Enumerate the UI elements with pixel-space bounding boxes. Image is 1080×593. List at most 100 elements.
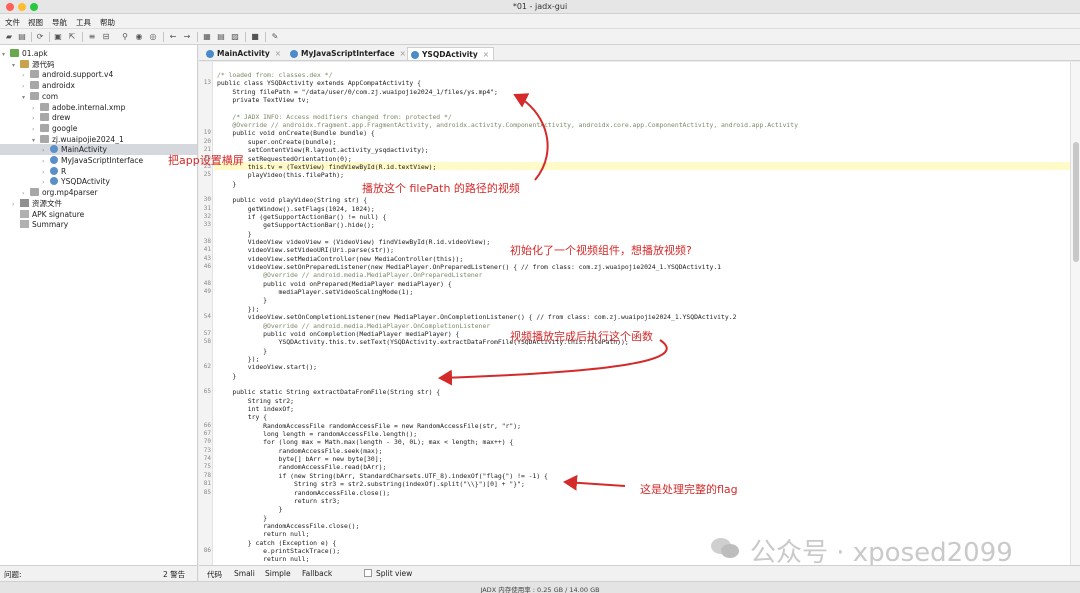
- back-icon[interactable]: ←: [168, 32, 178, 42]
- code-line[interactable]: e.printStackTrace();: [217, 547, 340, 555]
- code-line[interactable]: for (long max = Math.max(length - 30, 0L…: [217, 438, 513, 446]
- code-line[interactable]: try {: [217, 413, 267, 421]
- code-line[interactable]: videoView.setOnPreparedListener(new Medi…: [217, 263, 721, 271]
- tree-item[interactable]: › YSQDActivity: [0, 176, 197, 187]
- tree-item[interactable]: Summary: [0, 219, 197, 230]
- tree-item[interactable]: APK signature: [0, 209, 197, 220]
- vertical-scrollbar[interactable]: [1070, 62, 1080, 565]
- tab-code[interactable]: 代码: [207, 569, 222, 580]
- tree-item[interactable]: ▾ zj.wuaipojie2024_1: [0, 134, 197, 145]
- code-line[interactable]: mediaPlayer.setVideoScalingMode(1);: [217, 288, 414, 296]
- stop-icon[interactable]: ■: [250, 32, 260, 42]
- forward-icon[interactable]: →: [182, 32, 192, 42]
- log-icon-2[interactable]: ▨: [230, 32, 240, 42]
- settings-icon[interactable]: ✎: [270, 32, 280, 42]
- code-line[interactable]: @Override // android.media.MediaPlayer.O…: [217, 322, 490, 330]
- code-line[interactable]: videoView.start();: [217, 363, 317, 371]
- code-line[interactable]: long length = randomAccessFile.length();: [217, 430, 417, 438]
- close-icon[interactable]: ×: [483, 50, 489, 59]
- code-line[interactable]: RandomAccessFile randomAccessFile = new …: [217, 422, 521, 430]
- code-line[interactable]: this.tv = (TextView) findViewById(R.id.t…: [217, 163, 437, 171]
- tree-item[interactable]: › adobe.internal.xmp: [0, 102, 197, 113]
- warnings-count[interactable]: 2 警告: [163, 569, 185, 580]
- decompile-icon[interactable]: ▦: [202, 32, 212, 42]
- code-line[interactable]: private TextView tv;: [217, 96, 309, 104]
- tab-simple[interactable]: Simple: [265, 569, 291, 578]
- code-line[interactable]: randomAccessFile.read(bArr);: [217, 463, 387, 471]
- menu-tools[interactable]: 工具: [76, 17, 91, 28]
- usage-icon[interactable]: ◎: [148, 32, 158, 42]
- code-line[interactable]: randomAccessFile.close();: [217, 522, 359, 530]
- code-line[interactable]: byte[] bArr = new byte[30];: [217, 455, 383, 463]
- code-editor[interactable]: /* loaded from: classes.dex */ 13 public c…: [199, 62, 1070, 565]
- code-line[interactable]: randomAccessFile.seek(max);: [217, 447, 383, 455]
- code-line[interactable]: }: [217, 180, 236, 188]
- code-line[interactable]: });: [217, 355, 260, 363]
- menu-help[interactable]: 帮助: [100, 17, 115, 28]
- code-line[interactable]: return str3;: [217, 497, 340, 505]
- code-line[interactable]: videoView.setVideoURI(Uri.parse(str));: [217, 246, 394, 254]
- close-icon[interactable]: ×: [275, 49, 281, 58]
- menu-navigate[interactable]: 导航: [52, 17, 67, 28]
- tab-myjavascriptinterface[interactable]: MyJavaScriptInterface ×: [287, 47, 406, 60]
- export-icon[interactable]: ⇱: [67, 32, 77, 42]
- split-view-checkbox[interactable]: [364, 569, 372, 577]
- code-line[interactable]: String str3 = str2.substring(indexOf).sp…: [217, 480, 525, 488]
- code-line[interactable]: @Override // android.media.MediaPlayer.O…: [217, 271, 482, 279]
- code-line[interactable]: }: [217, 505, 283, 513]
- save-icon[interactable]: ▤: [17, 32, 27, 42]
- code-line[interactable]: if (new String(bArr, StandardCharsets.UT…: [217, 472, 548, 480]
- scrollbar-thumb[interactable]: [1073, 142, 1079, 262]
- code-line[interactable]: playVideo(this.filePath);: [217, 171, 344, 179]
- code-line[interactable]: if (getSupportActionBar() != null) {: [217, 213, 387, 221]
- tree-item[interactable]: ▾ 源代码: [0, 59, 197, 70]
- code-line[interactable]: /* loaded from: classes.dex */: [217, 71, 332, 79]
- code-line[interactable]: super.onCreate(bundle);: [217, 138, 337, 146]
- tree-item[interactable]: › android.support.v4: [0, 69, 197, 80]
- close-icon[interactable]: ×: [400, 49, 406, 58]
- code-line[interactable]: return null;: [217, 555, 309, 563]
- code-line[interactable]: getSupportActionBar().hide();: [217, 221, 375, 229]
- code-line[interactable]: /* JADX INFO: Access modifiers changed f…: [217, 113, 451, 121]
- tree-item[interactable]: › drew: [0, 112, 197, 123]
- code-line[interactable]: String filePath = "/data/user/0/com.zj.w…: [217, 88, 498, 96]
- code-line[interactable]: public void onCompletion(MediaPlayer med…: [217, 330, 459, 338]
- save-all-icon[interactable]: ▣: [53, 32, 63, 42]
- code-line[interactable]: public void onCreate(Bundle bundle) {: [217, 129, 374, 137]
- tree-item[interactable]: › androidx: [0, 80, 197, 91]
- menu-view[interactable]: 视图: [28, 17, 43, 28]
- tab-mainactivity[interactable]: MainActivity ×: [203, 47, 281, 60]
- tree-item[interactable]: › google: [0, 123, 197, 134]
- code-line[interactable]: public class YSQDActivity extends AppCom…: [217, 79, 421, 87]
- code-line[interactable]: return null;: [217, 530, 309, 538]
- tab-smali[interactable]: Smali: [234, 569, 255, 578]
- code-line[interactable]: randomAccessFile.close();: [217, 489, 390, 497]
- code-line[interactable]: int indexOf;: [217, 405, 294, 413]
- open-icon[interactable]: ▰: [4, 32, 14, 42]
- code-line[interactable]: }: [217, 347, 267, 355]
- code-line[interactable]: }: [217, 296, 267, 304]
- code-line[interactable]: videoView.setMediaController(new MediaCo…: [217, 255, 463, 263]
- code-line[interactable]: }: [217, 372, 236, 380]
- tab-fallback[interactable]: Fallback: [302, 569, 332, 578]
- code-line[interactable]: public void onPrepared(MediaPlayer media…: [217, 280, 452, 288]
- log-icon[interactable]: ▤: [216, 32, 226, 42]
- code-line[interactable]: }: [217, 514, 267, 522]
- code-line[interactable]: } catch (Exception e) {: [217, 539, 337, 547]
- code-line[interactable]: setContentView(R.layout.activity_ysqdact…: [217, 146, 429, 154]
- code-line[interactable]: getWindow().setFlags(1024, 1024);: [217, 205, 375, 213]
- expand-icon[interactable]: ≡: [87, 32, 97, 42]
- tree-item[interactable]: › org.mp4parser: [0, 187, 197, 198]
- search-icon[interactable]: ⚲: [120, 32, 130, 42]
- class-search-icon[interactable]: ◉: [134, 32, 144, 42]
- code-line[interactable]: videoView.setOnCompletionListener(new Me…: [217, 313, 737, 321]
- sync-icon[interactable]: ⟳: [35, 32, 45, 42]
- tree-item[interactable]: ▾ com: [0, 91, 197, 102]
- code-line[interactable]: });: [217, 305, 260, 313]
- code-line[interactable]: VideoView videoView = (VideoView) findVi…: [217, 238, 490, 246]
- tab-ysqdactivity[interactable]: YSQDActivity ×: [407, 47, 495, 60]
- code-line[interactable]: public static String extractDataFromFile…: [217, 388, 440, 396]
- collapse-icon[interactable]: ⊟: [101, 32, 111, 42]
- code-line[interactable]: String str2;: [217, 397, 294, 405]
- tree-item[interactable]: › 资源文件: [0, 198, 197, 209]
